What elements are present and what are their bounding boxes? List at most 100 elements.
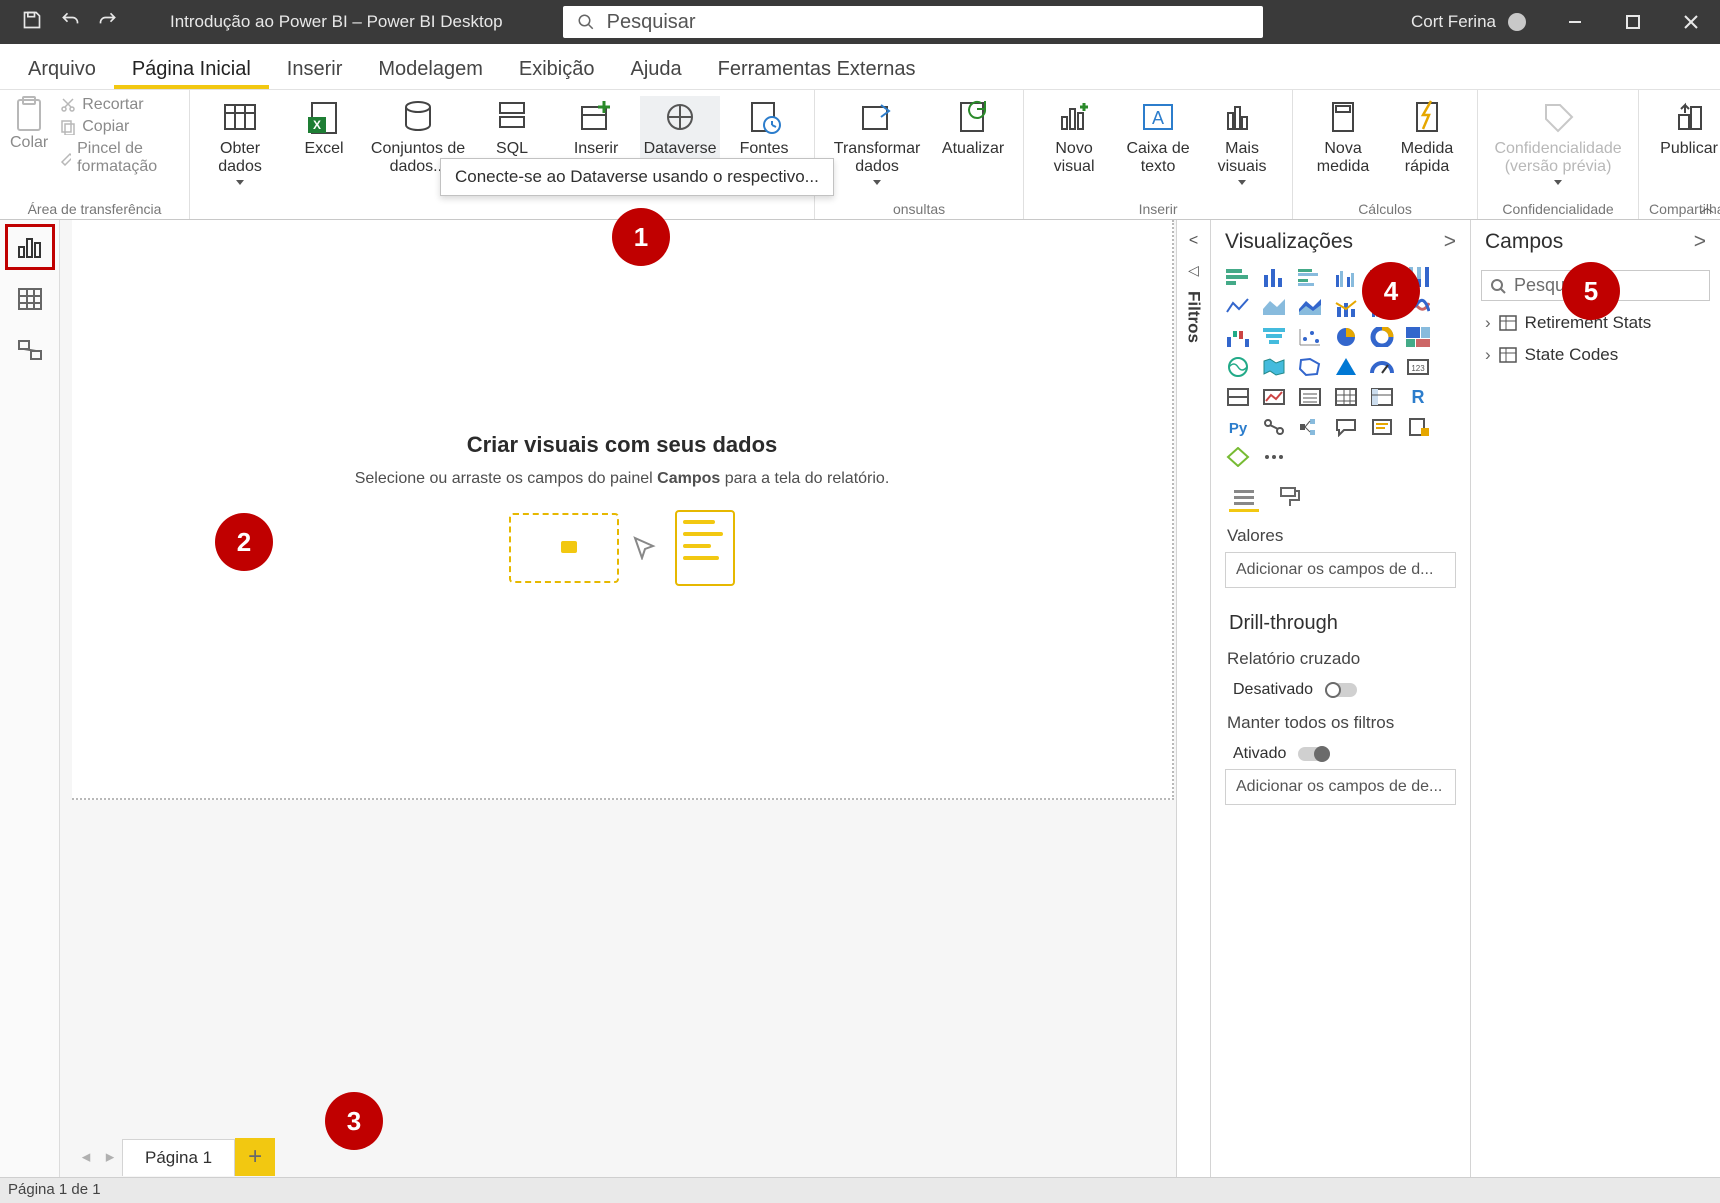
tab-ajuda[interactable]: Ajuda	[612, 48, 699, 89]
callout-4: 4	[1362, 262, 1420, 320]
window-close[interactable]	[1662, 0, 1720, 44]
stacked-column-chart-icon[interactable]	[1259, 264, 1289, 290]
more-visuals-button[interactable]: Mais visuais	[1202, 96, 1282, 185]
text-box-button[interactable]: ACaixa de texto	[1118, 96, 1198, 185]
powerapps-icon[interactable]	[1223, 444, 1253, 470]
area-chart-icon[interactable]	[1259, 294, 1289, 320]
off-label: Desativado	[1233, 681, 1313, 699]
decomposition-tree-icon[interactable]	[1295, 414, 1325, 440]
shape-map-icon[interactable]	[1295, 354, 1325, 380]
more-visuals-icon[interactable]	[1259, 444, 1289, 470]
python-visual-icon[interactable]: Py	[1223, 414, 1253, 440]
transform-data-button[interactable]: Transformar dados	[825, 96, 929, 185]
key-influencers-icon[interactable]	[1259, 414, 1289, 440]
page-tabs: ◂ ▸ Página 1 +	[74, 1137, 275, 1177]
redo-icon[interactable]	[98, 10, 118, 35]
model-view-button[interactable]	[9, 332, 51, 370]
scatter-chart-icon[interactable]	[1295, 324, 1325, 350]
user-account[interactable]: Cort Ferina	[1411, 12, 1526, 32]
viz-fields-tab[interactable]	[1229, 484, 1259, 512]
cut-button[interactable]: Recortar	[60, 96, 179, 114]
search-icon	[577, 13, 595, 31]
tab-modelagem[interactable]: Modelagem	[360, 48, 501, 89]
azure-map-icon[interactable]	[1331, 354, 1361, 380]
ribbon-group-data: Obter dados XExcel Conjuntos de dados...…	[190, 90, 815, 219]
sensitivity-button[interactable]: Confidencialidade (versão prévia)	[1488, 96, 1628, 185]
kpi-icon[interactable]	[1259, 384, 1289, 410]
donut-chart-icon[interactable]	[1367, 324, 1397, 350]
add-page-button[interactable]: +	[235, 1138, 275, 1176]
viz-format-tab[interactable]	[1275, 484, 1305, 512]
cross-report-label: Relatório cruzado	[1211, 641, 1470, 675]
treemap-icon[interactable]	[1403, 324, 1433, 350]
stacked-area-chart-icon[interactable]	[1295, 294, 1325, 320]
page-prev[interactable]: ◂	[74, 1147, 98, 1167]
expand-filters-icon[interactable]: <	[1189, 232, 1198, 250]
tab-exibicao[interactable]: Exibição	[501, 48, 613, 89]
card-icon[interactable]: 123	[1403, 354, 1433, 380]
svg-text:A: A	[1152, 108, 1164, 128]
get-data-button[interactable]: Obter dados	[200, 96, 280, 185]
filled-map-icon[interactable]	[1259, 354, 1289, 380]
data-view-button[interactable]	[9, 280, 51, 318]
publish-button[interactable]: Publicar	[1649, 96, 1720, 158]
map-icon[interactable]	[1223, 354, 1253, 380]
collapse-viz-icon[interactable]: >	[1444, 230, 1456, 254]
cross-report-toggle[interactable]	[1325, 683, 1357, 697]
format-painter-button[interactable]: Pincel de formatação	[60, 140, 179, 176]
copy-button[interactable]: Copiar	[60, 118, 179, 136]
pie-chart-icon[interactable]	[1331, 324, 1361, 350]
window-minimize[interactable]	[1546, 0, 1604, 44]
table-state-codes[interactable]: › State Codes	[1471, 339, 1720, 371]
ribbon-collapse-button[interactable]: ︿	[1700, 197, 1714, 217]
paginated-report-icon[interactable]	[1403, 414, 1433, 440]
tab-ferramentas-externas[interactable]: Ferramentas Externas	[700, 48, 934, 89]
line-chart-icon[interactable]	[1223, 294, 1253, 320]
viz-panel-title: Visualizações	[1225, 230, 1353, 254]
window-maximize[interactable]	[1604, 0, 1662, 44]
values-dropwell[interactable]: Adicionar os campos de d...	[1225, 552, 1456, 588]
stacked-bar-chart-icon[interactable]	[1223, 264, 1253, 290]
quick-measure-button[interactable]: Medida rápida	[1387, 96, 1467, 176]
callout-3: 3	[325, 1092, 383, 1150]
page-tab-1[interactable]: Página 1	[122, 1139, 235, 1176]
smart-narrative-icon[interactable]	[1367, 414, 1397, 440]
paste-button[interactable]: Colar	[10, 96, 48, 152]
ribbon-group-sensitivity: Confidencialidade (versão prévia) Confid…	[1478, 90, 1639, 219]
tab-arquivo[interactable]: Arquivo	[10, 48, 114, 89]
waterfall-chart-icon[interactable]	[1223, 324, 1253, 350]
clustered-bar-chart-icon[interactable]	[1295, 264, 1325, 290]
report-canvas[interactable]: Criar visuais com seus dados Selecione o…	[72, 220, 1174, 800]
ribbon-group-clipboard: Colar Recortar Copiar Pincel de formataç…	[0, 90, 190, 219]
tab-pagina-inicial[interactable]: Página Inicial	[114, 48, 269, 89]
qa-visual-icon[interactable]	[1331, 414, 1361, 440]
chevron-right-icon: ›	[1485, 345, 1491, 365]
table-visual-icon[interactable]	[1331, 384, 1361, 410]
new-measure-button[interactable]: Nova medida	[1303, 96, 1383, 176]
callout-1: 1	[612, 208, 670, 266]
undo-icon[interactable]	[60, 10, 80, 35]
refresh-button[interactable]: Atualizar	[933, 96, 1013, 185]
keep-filters-toggle[interactable]	[1298, 747, 1330, 761]
gauge-icon[interactable]	[1367, 354, 1397, 380]
clustered-column-chart-icon[interactable]	[1331, 264, 1361, 290]
multi-row-card-icon[interactable]	[1223, 384, 1253, 410]
excel-icon: X	[306, 99, 342, 135]
funnel-chart-icon[interactable]	[1259, 324, 1289, 350]
report-view-button[interactable]	[9, 228, 51, 266]
excel-button[interactable]: XExcel	[284, 96, 364, 185]
save-icon[interactable]	[22, 10, 42, 35]
line-stacked-column-icon[interactable]	[1331, 294, 1361, 320]
collapse-fields-icon[interactable]: >	[1694, 230, 1706, 254]
status-bar: Página 1 de 1	[0, 1177, 1720, 1203]
page-next[interactable]: ▸	[98, 1147, 122, 1167]
new-visual-button[interactable]: Novo visual	[1034, 96, 1114, 185]
slicer-icon[interactable]	[1295, 384, 1325, 410]
search-box[interactable]: Pesquisar	[563, 6, 1263, 38]
r-visual-icon[interactable]: R	[1403, 384, 1433, 410]
matrix-visual-icon[interactable]	[1367, 384, 1397, 410]
tab-inserir[interactable]: Inserir	[269, 48, 361, 89]
drillthrough-dropwell[interactable]: Adicionar os campos de de...	[1225, 769, 1456, 805]
filters-panel-collapsed[interactable]: < ◁ Filtros	[1176, 220, 1210, 1177]
calculator-icon	[1325, 99, 1361, 135]
